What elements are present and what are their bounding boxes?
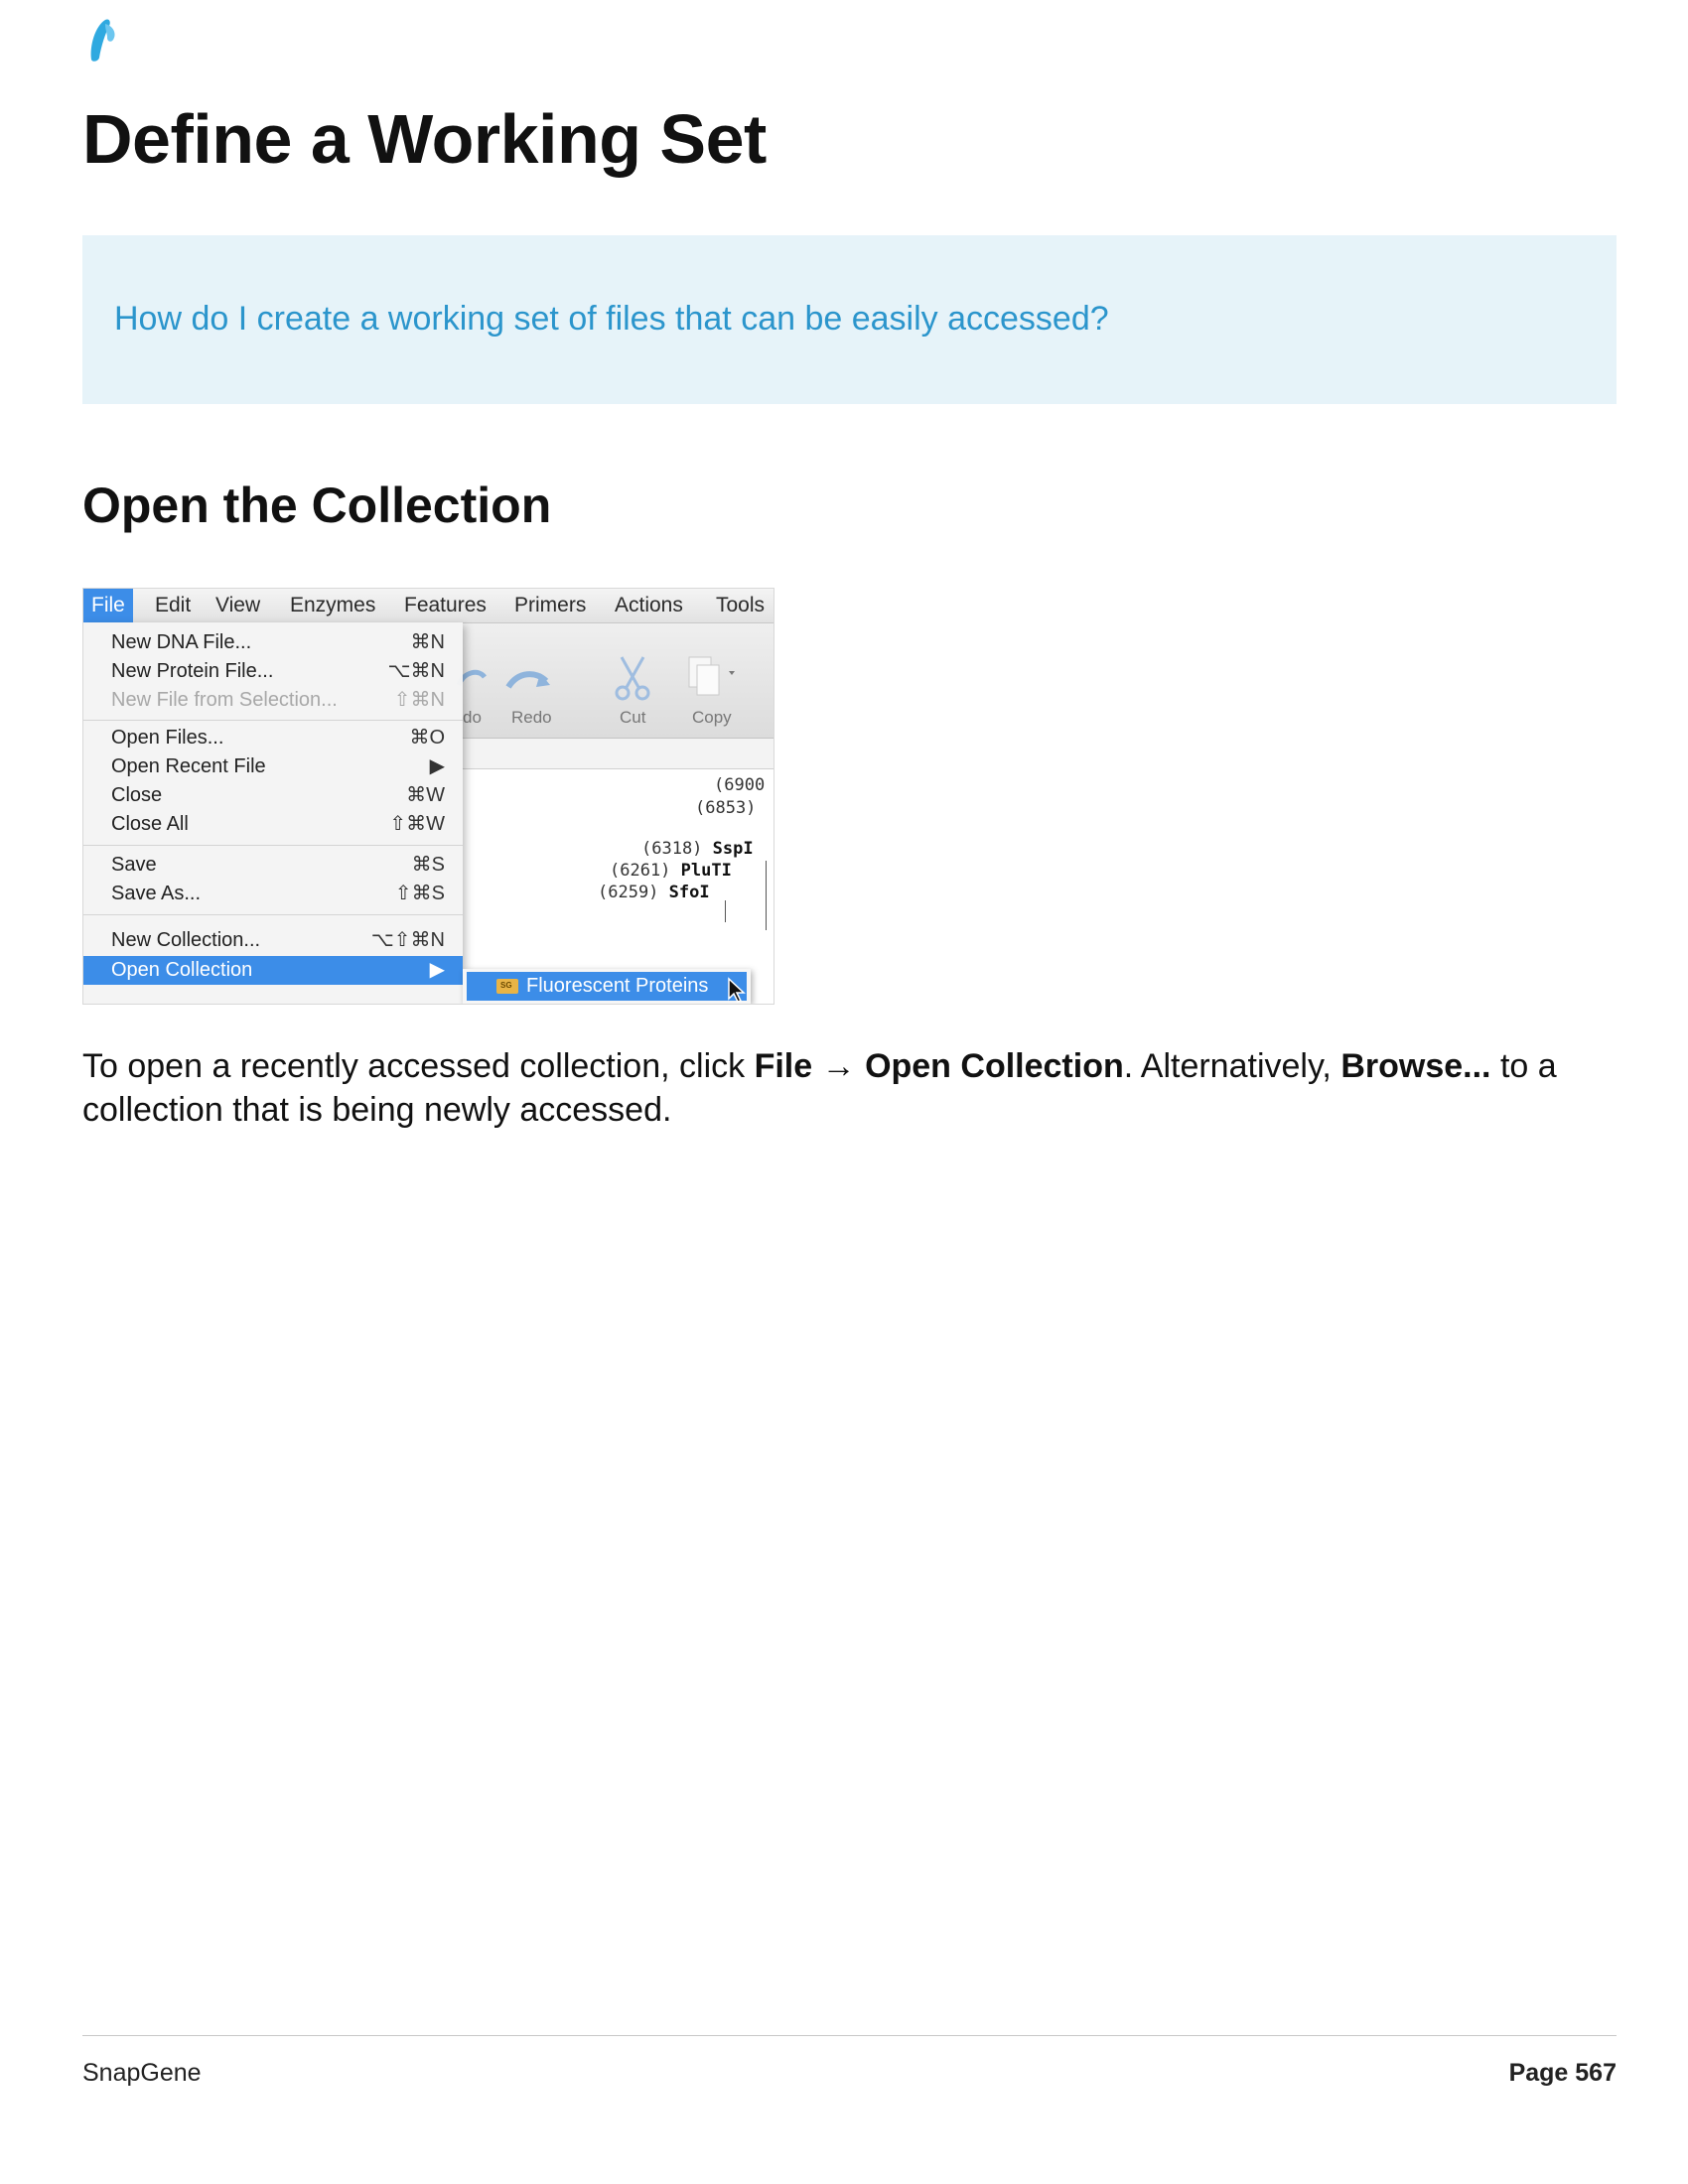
cut-label: Cut [620,708,646,727]
page-title: Define a Working Set [82,100,767,178]
question-callout: How do I create a working set of files t… [82,235,1617,404]
open-collection-keyword: Open Collection [865,1047,1124,1085]
menubar-view[interactable]: View [208,589,268,622]
menu-item-open-recent-file[interactable]: Open Recent File ▶ [83,752,463,781]
menu-item-new-protein-file[interactable]: New Protein File... ⌥⌘N [83,657,463,686]
menu-item-save-as[interactable]: Save As... ⇧⌘S [83,880,463,908]
menu-separator [83,845,463,846]
menu-item-close-all[interactable]: Close All ⇧⌘W [83,810,463,839]
menu-item-new-dna-file[interactable]: New DNA File... ⌘N [83,628,463,657]
footer-divider [82,2035,1617,2036]
enzyme-site: (6259) SfoI [598,883,710,902]
menu-item-new-file-from-selection: New File from Selection... ⇧⌘N [111,689,445,711]
footer-brand: SnapGene [82,2059,202,2087]
enzyme-site: (6318) SspI [641,839,754,859]
menu-item-close[interactable]: Close ⌘W [83,781,463,810]
copy-icon[interactable] [685,653,739,706]
map-tick [725,900,726,922]
mouse-cursor-icon [727,977,747,1003]
menu-separator [83,914,463,915]
redo-icon[interactable] [504,665,554,700]
cut-icon[interactable] [610,653,655,706]
submenu-item-fluorescent-proteins[interactable]: SG Fluorescent Proteins [467,972,747,1003]
map-tick [766,861,767,930]
menubar-tools[interactable]: Tools [708,589,773,622]
body-paragraph: To open a recently accessed collection, … [82,1047,1557,1129]
menubar-actions[interactable]: Actions [607,589,691,622]
copy-label: Copy [692,708,732,727]
section-title: Open the Collection [82,478,552,533]
enzyme-site: (6261) PluTI [610,861,732,881]
enzyme-site: (6900 [714,775,766,795]
menubar-file[interactable]: File [83,589,133,622]
undo-label: do [463,708,482,727]
file-keyword: File [754,1047,813,1085]
menubar-edit[interactable]: Edit [147,589,199,622]
enzyme-site: (6853) [695,798,757,818]
menubar-enzymes[interactable]: Enzymes [282,589,383,622]
redo-label: Redo [511,708,552,727]
collection-folder-icon: SG [496,979,518,994]
menu-separator [83,720,463,721]
page-number: Page 567 [1508,2059,1617,2087]
view-tab-bar [461,739,774,769]
menubar: File Edit View Enzymes Features Primers … [83,589,774,623]
menu-item-open-collection[interactable]: Open Collection ▶ [83,956,463,985]
toolbar: do Redo Cut Copy [456,623,774,739]
callout-question: How do I create a working set of files t… [114,300,1109,338]
browse-keyword: Browse... [1340,1047,1491,1085]
menu-item-save[interactable]: Save ⌘S [83,851,463,880]
menubar-primers[interactable]: Primers [506,589,594,622]
open-collection-submenu: SG Fluorescent Proteins [463,969,751,1004]
app-screenshot: File Edit View Enzymes Features Primers … [82,588,774,1005]
menu-item-open-files[interactable]: Open Files... ⌘O [83,724,463,752]
snapgene-logo-icon [83,16,131,64]
file-menu: New DNA File... ⌘N New Protein File... ⌥⌘N… [83,622,463,1004]
menu-item-new-collection[interactable]: New Collection... ⌥⇧⌘N [83,926,463,955]
menubar-features[interactable]: Features [396,589,494,622]
